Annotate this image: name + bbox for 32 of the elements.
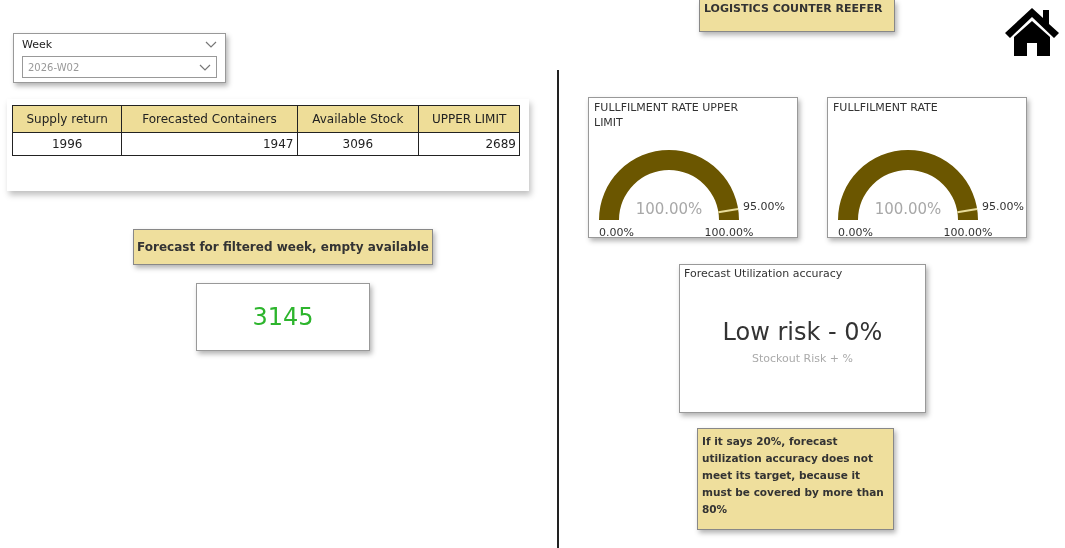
slicer-label: Week	[22, 38, 53, 51]
card-title: Forecast Utilization accuracy	[684, 267, 844, 280]
target-marker	[717, 208, 740, 214]
gauge-title: FULLFILMENT RATE	[832, 100, 939, 116]
gauge-max: 100.00%	[943, 226, 993, 237]
table-cell: 1996	[12, 132, 122, 156]
target-marker	[956, 208, 979, 214]
forecast-value: 3145	[252, 303, 314, 331]
chevron-icon[interactable]	[205, 41, 217, 48]
table-cell: 1947	[121, 132, 297, 156]
note-text: If it says 20%, forecast utilization accuracy does not meet its target, because it must be covered by more than 80%	[697, 428, 894, 530]
forecast-label: Forecast for filtered week, empty available	[133, 229, 433, 265]
gauge-min: 0.00%	[838, 226, 873, 237]
column-header: Supply return	[12, 105, 122, 133]
report-title: LOGISTICS COUNTER REEFER	[699, 0, 895, 32]
risk-value: Low risk - 0%	[721, 318, 884, 346]
week-dropdown[interactable]: 2026-W02	[22, 56, 217, 78]
gauge-min: 0.00%	[599, 226, 634, 237]
gauge-value: 100.00%	[874, 200, 942, 218]
table-cell: 2689	[418, 132, 520, 156]
gauge-max: 100.00%	[704, 226, 754, 237]
gauge-value: 100.00%	[635, 200, 703, 218]
gauge-target: 95.00%	[743, 200, 785, 213]
home-icon[interactable]	[1003, 5, 1061, 57]
column-header: Available Stock	[297, 105, 419, 133]
table-cell: 3096	[297, 132, 419, 156]
chevron-icon	[199, 63, 211, 71]
gauge-target: 95.00%	[982, 200, 1024, 213]
gauge-title: FULLFILMENT RATE UPPER LIMIT	[593, 100, 740, 131]
column-header: UPPER LIMIT	[418, 105, 520, 133]
column-header: Forecasted Containers	[121, 105, 297, 133]
risk-caption: Stockout Risk + %	[751, 352, 854, 365]
